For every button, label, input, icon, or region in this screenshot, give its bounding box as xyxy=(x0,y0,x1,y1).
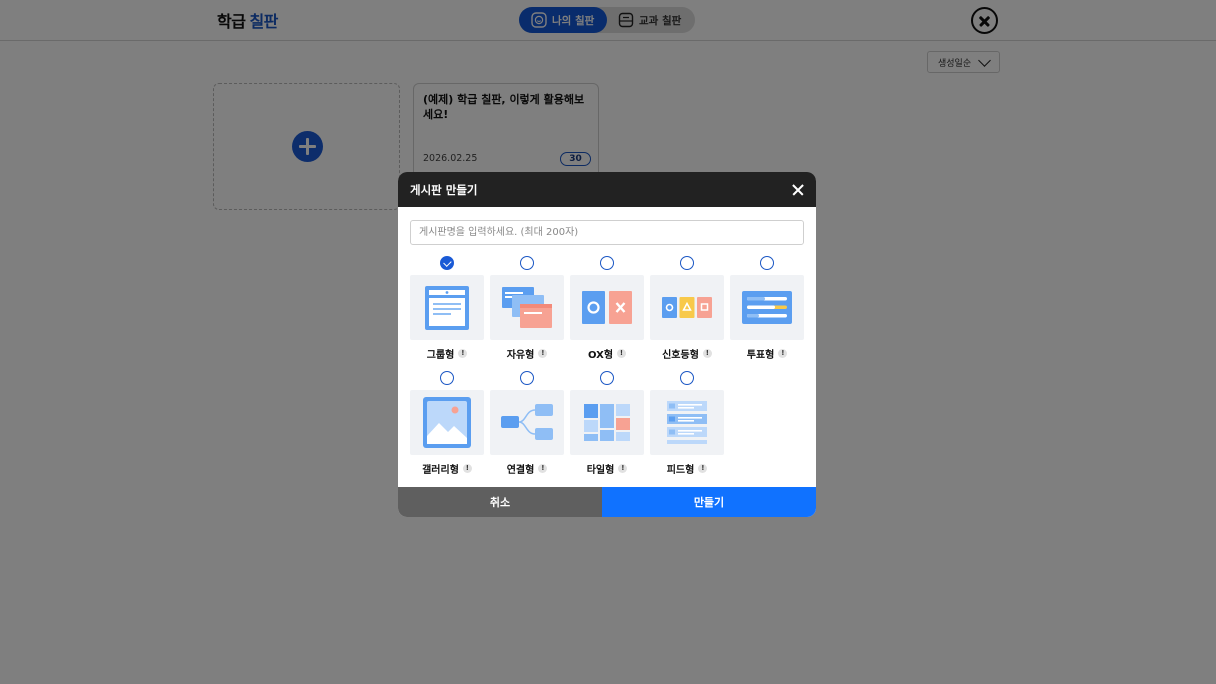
board-type-label-row: 신호등형 ! xyxy=(650,346,724,361)
create-board-dialog: 게시판 만들기 그룹형 ! 자유형 ! xyxy=(398,172,816,517)
close-icon[interactable] xyxy=(790,182,806,198)
dialog-header: 게시판 만들기 xyxy=(398,172,816,207)
board-type-label: 신호등형 xyxy=(662,349,699,361)
signal-board-icon xyxy=(650,275,724,340)
board-type-radio-tile[interactable] xyxy=(600,371,614,385)
info-icon[interactable]: ! xyxy=(618,463,628,473)
board-type-free[interactable]: 자유형 ! xyxy=(490,256,564,368)
create-button[interactable]: 만들기 xyxy=(602,487,816,517)
tile-board-icon xyxy=(570,390,644,455)
board-type-label-row: 자유형 ! xyxy=(490,346,564,361)
board-type-gallery[interactable]: 갤러리형 ! xyxy=(410,371,484,483)
board-type-label-row: 연결형 ! xyxy=(490,461,564,476)
free-board-icon xyxy=(490,275,564,340)
board-type-label: 자유형 xyxy=(506,349,535,361)
board-type-label-row: 피드형 ! xyxy=(650,461,724,476)
info-icon[interactable]: ! xyxy=(462,463,472,473)
info-icon[interactable]: ! xyxy=(698,463,708,473)
board-type-signal[interactable]: 신호등형 ! xyxy=(650,256,724,368)
board-type-label-row: 그룹형 ! xyxy=(410,346,484,361)
board-type-label: 그룹형 xyxy=(426,349,455,361)
info-icon[interactable]: ! xyxy=(778,348,788,358)
group-board-icon xyxy=(410,275,484,340)
board-type-label: 연결형 xyxy=(506,464,535,476)
board-type-group[interactable]: 그룹형 ! xyxy=(410,256,484,368)
feed-board-icon xyxy=(650,390,724,455)
cancel-button[interactable]: 취소 xyxy=(398,487,602,517)
board-type-label-row: 갤러리형 ! xyxy=(410,461,484,476)
vote-board-icon xyxy=(730,275,804,340)
info-icon[interactable]: ! xyxy=(702,348,712,358)
dialog-footer: 취소 만들기 xyxy=(398,487,816,517)
ox-board-icon xyxy=(570,275,644,340)
board-type-radio-signal[interactable] xyxy=(680,256,694,270)
board-name-input[interactable] xyxy=(410,220,804,245)
board-type-radio-free[interactable] xyxy=(520,256,534,270)
board-type-label-row: 투표형 ! xyxy=(730,346,804,361)
info-icon[interactable]: ! xyxy=(538,348,548,358)
board-type-label-row: 타일형 ! xyxy=(570,461,644,476)
board-type-label: 타일형 xyxy=(586,464,615,476)
board-type-radio-group[interactable] xyxy=(440,256,454,270)
dialog-title: 게시판 만들기 xyxy=(410,183,478,197)
board-type-radio-vote[interactable] xyxy=(760,256,774,270)
board-type-ox[interactable]: OX형 ! xyxy=(570,256,644,368)
info-icon[interactable]: ! xyxy=(617,348,627,358)
board-type-radio-feed[interactable] xyxy=(680,371,694,385)
info-icon[interactable]: ! xyxy=(538,463,548,473)
board-type-radio-gallery[interactable] xyxy=(440,371,454,385)
board-type-tile[interactable]: 타일형 ! xyxy=(570,371,644,483)
gallery-board-icon xyxy=(410,390,484,455)
board-type-label: 피드형 xyxy=(666,464,695,476)
board-type-feed[interactable]: 피드형 ! xyxy=(650,371,724,483)
info-icon[interactable]: ! xyxy=(458,348,468,358)
board-type-radio-ox[interactable] xyxy=(600,256,614,270)
board-type-label-row: OX형 ! xyxy=(570,346,644,361)
board-type-label: 갤러리형 xyxy=(422,464,459,476)
board-type-label: 투표형 xyxy=(746,349,775,361)
board-type-radio-connect[interactable] xyxy=(520,371,534,385)
connect-board-icon xyxy=(490,390,564,455)
board-type-vote[interactable]: 투표형 ! xyxy=(730,256,804,368)
board-type-label: OX형 xyxy=(587,349,614,361)
board-type-connect[interactable]: 연결형 ! xyxy=(490,371,564,483)
